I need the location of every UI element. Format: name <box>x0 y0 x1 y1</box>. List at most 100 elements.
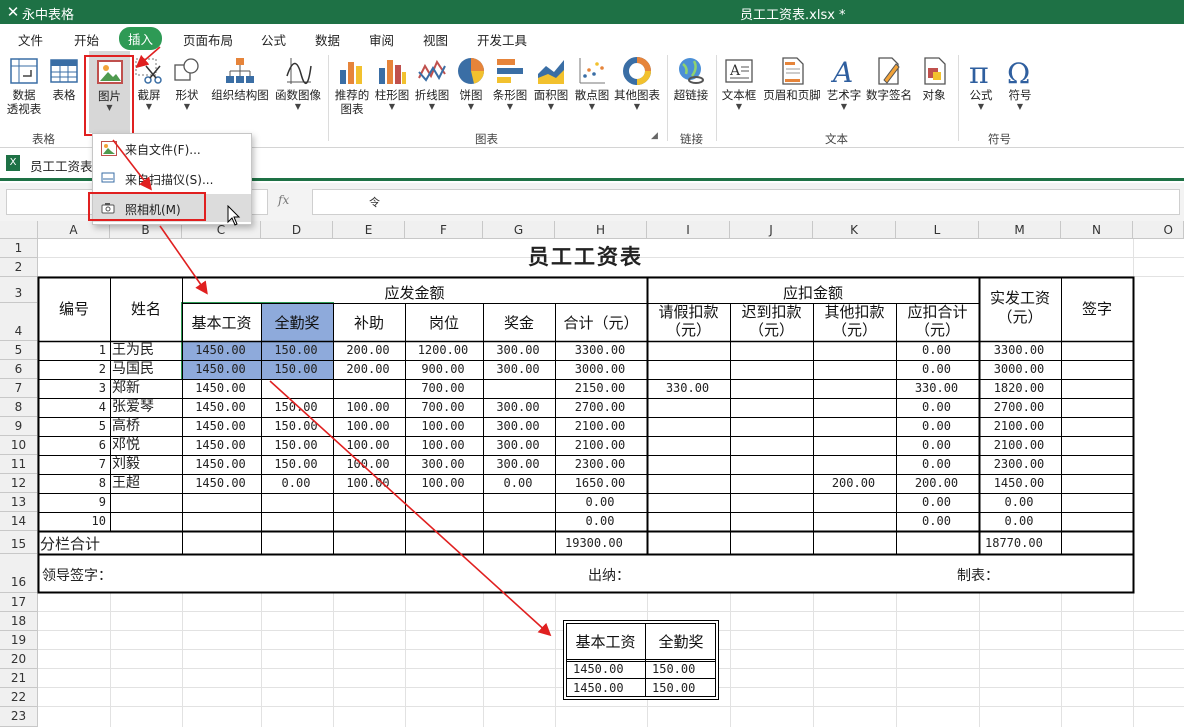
table-cell[interactable]: 3300.00 <box>979 341 1059 360</box>
row-number-cell[interactable]: 4 <box>38 398 106 417</box>
employee-name-cell[interactable]: 王超 <box>112 474 182 493</box>
employee-name-cell[interactable]: 邓悦 <box>112 436 182 455</box>
table-cell[interactable]: 3300.00 <box>555 341 645 360</box>
table-cell[interactable]: 0.00 <box>261 474 331 493</box>
table-cell[interactable]: 100.00 <box>405 417 481 436</box>
leader-signature-label: 领导签字： <box>42 568 112 584</box>
table-cell[interactable]: 2700.00 <box>979 398 1059 417</box>
table-cell[interactable]: 1450.00 <box>979 474 1059 493</box>
table-cell[interactable]: 0.00 <box>979 493 1059 512</box>
employee-name-cell[interactable]: 高桥 <box>112 417 182 436</box>
table-cell[interactable]: 2150.00 <box>555 379 645 398</box>
table-cell[interactable]: 0.00 <box>896 455 977 474</box>
table-cell[interactable]: 300.00 <box>483 455 553 474</box>
row-number-cell[interactable]: 9 <box>38 493 106 512</box>
table-cell[interactable]: 330.00 <box>647 379 728 398</box>
table-cell[interactable]: 200.00 <box>333 360 403 379</box>
table-cell[interactable]: 0.00 <box>896 360 977 379</box>
table-cell[interactable]: 0.00 <box>896 341 977 360</box>
employee-name-cell[interactable]: 郑新 <box>112 379 182 398</box>
table-cell[interactable]: 0.00 <box>896 417 977 436</box>
table-cell[interactable]: 1450.00 <box>182 341 259 360</box>
table-cell[interactable]: 2700.00 <box>555 398 645 417</box>
table-cell[interactable]: 0.00 <box>483 474 553 493</box>
scanner-icon <box>101 171 115 184</box>
row-number-cell[interactable]: 3 <box>38 379 106 398</box>
table-cell[interactable]: 200.00 <box>333 341 403 360</box>
table-cell[interactable]: 2100.00 <box>555 417 645 436</box>
row-number-cell[interactable]: 7 <box>38 455 106 474</box>
row-number-cell[interactable]: 10 <box>38 512 106 531</box>
table-cell[interactable]: 1450.00 <box>182 360 259 379</box>
table-cell[interactable]: 0.00 <box>896 493 977 512</box>
table-cell[interactable]: 150.00 <box>261 417 331 436</box>
table-cell[interactable]: 300.00 <box>483 398 553 417</box>
table-cell[interactable]: 330.00 <box>896 379 977 398</box>
menu-item-from-file[interactable]: 来自文件(F)... <box>93 134 251 162</box>
table-cell[interactable]: 150.00 <box>261 360 331 379</box>
table-cell[interactable]: 150.00 <box>261 398 331 417</box>
table-cell[interactable]: 300.00 <box>405 455 481 474</box>
employee-name-cell[interactable]: 张爱琴 <box>112 398 182 417</box>
header-payable: 应发金额 <box>384 284 445 302</box>
table-cell[interactable]: 100.00 <box>333 455 403 474</box>
table-cell[interactable]: 2100.00 <box>979 436 1059 455</box>
table-cell[interactable]: 1200.00 <box>405 341 481 360</box>
table-cell[interactable]: 0.00 <box>896 398 977 417</box>
table-cell[interactable]: 0.00 <box>896 512 977 531</box>
employee-name-cell[interactable]: 马国民 <box>112 360 182 379</box>
table-cell[interactable]: 100.00 <box>333 417 403 436</box>
header-other-deduction: 其他扣款 （元） <box>824 303 885 339</box>
table-cell[interactable]: 700.00 <box>405 398 481 417</box>
table-cell[interactable]: 700.00 <box>405 379 481 398</box>
row-number-cell[interactable]: 8 <box>38 474 106 493</box>
subtotal-label: 分栏合计 <box>40 535 101 553</box>
table-cell[interactable]: 2100.00 <box>979 417 1059 436</box>
table-cell[interactable]: 300.00 <box>483 436 553 455</box>
subtotal-actual: 18770.00 <box>985 536 1043 550</box>
subtotal-payable: 19300.00 <box>565 536 623 550</box>
table-cell[interactable]: 150.00 <box>261 455 331 474</box>
table-cell[interactable]: 1450.00 <box>182 455 259 474</box>
table-cell[interactable]: 1450.00 <box>182 436 259 455</box>
table-cell[interactable]: 150.00 <box>261 436 331 455</box>
table-cell[interactable]: 3000.00 <box>979 360 1059 379</box>
employee-name-cell[interactable]: 王为民 <box>112 341 182 360</box>
table-cell[interactable]: 3000.00 <box>555 360 645 379</box>
camera-picture[interactable]: 基本工资 全勤奖 1450.00 150.00 1450.00 150.00 <box>563 620 719 700</box>
table-cell[interactable]: 1450.00 <box>182 398 259 417</box>
row-number-cell[interactable]: 1 <box>38 341 106 360</box>
table-cell[interactable]: 0.00 <box>979 512 1059 531</box>
table-cell[interactable]: 1650.00 <box>555 474 645 493</box>
table-cell[interactable]: 0.00 <box>896 436 977 455</box>
table-cell[interactable]: 300.00 <box>483 360 553 379</box>
table-cell[interactable]: 1450.00 <box>182 474 259 493</box>
menu-item-from-scanner-label: 来自扫描仪(S)... <box>125 173 214 187</box>
table-cell[interactable]: 2100.00 <box>555 436 645 455</box>
table-cell[interactable]: 1450.00 <box>182 379 259 398</box>
table-cell[interactable]: 0.00 <box>555 493 645 512</box>
table-cell[interactable]: 1450.00 <box>182 417 259 436</box>
table-cell[interactable]: 900.00 <box>405 360 481 379</box>
table-cell[interactable]: 300.00 <box>483 417 553 436</box>
table-cell[interactable]: 1820.00 <box>979 379 1059 398</box>
table-cell[interactable]: 2300.00 <box>979 455 1059 474</box>
table-cell[interactable]: 150.00 <box>261 341 331 360</box>
table-cell[interactable]: 200.00 <box>813 474 894 493</box>
row-number-cell[interactable]: 5 <box>38 417 106 436</box>
row-number-cell[interactable]: 2 <box>38 360 106 379</box>
table-cell[interactable]: 200.00 <box>896 474 977 493</box>
table-cell[interactable]: 0.00 <box>555 512 645 531</box>
menu-item-from-scanner[interactable]: 来自扫描仪(S)... <box>93 164 251 192</box>
table-cell[interactable]: 100.00 <box>333 398 403 417</box>
table-cell[interactable]: 2300.00 <box>555 455 645 474</box>
header-total: 合计（元） <box>563 314 639 332</box>
row-number-cell[interactable]: 6 <box>38 436 106 455</box>
table-cell[interactable]: 100.00 <box>333 474 403 493</box>
employee-name-cell[interactable]: 刘毅 <box>112 455 182 474</box>
table-cell[interactable]: 100.00 <box>405 436 481 455</box>
table-cell[interactable]: 100.00 <box>405 474 481 493</box>
table-cell[interactable]: 100.00 <box>333 436 403 455</box>
table-cell[interactable]: 300.00 <box>483 341 553 360</box>
camera-cell: 150.00 <box>652 681 696 695</box>
